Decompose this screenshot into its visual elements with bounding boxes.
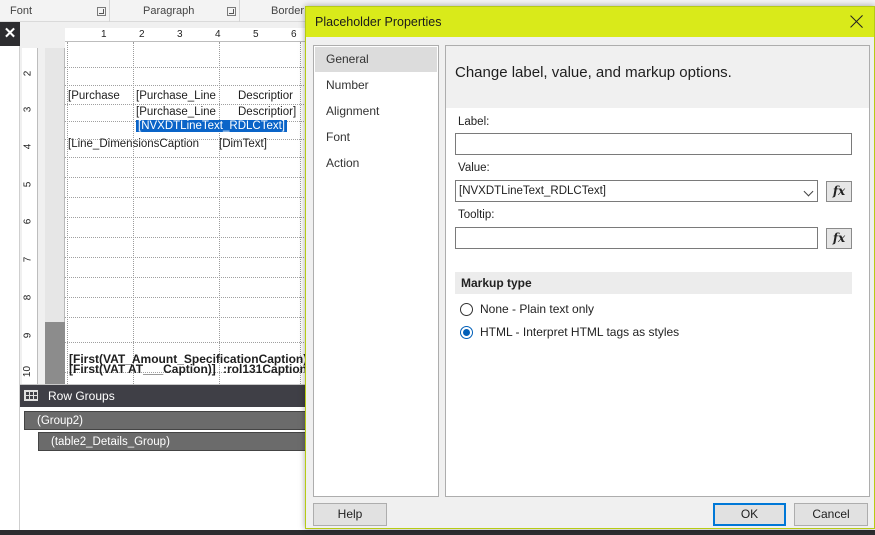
- markup-type-title: Markup type: [461, 276, 532, 290]
- ruler-number: 4: [22, 143, 34, 150]
- column-divider: [300, 42, 301, 384]
- tablix-canvas[interactable]: [Purchase [Purchase_Line Descriptior [Pu…: [65, 42, 330, 384]
- nav-item-action[interactable]: Action: [315, 151, 437, 176]
- status-strip: [0, 530, 875, 535]
- value-expression-button[interactable]: fx: [826, 181, 852, 202]
- label-field-caption: Label:: [458, 116, 490, 128]
- table-cell[interactable]: [Purchase: [68, 90, 130, 102]
- ruler-number: 2: [22, 70, 34, 77]
- close-icon[interactable]: [846, 11, 868, 33]
- table-cell[interactable]: [Line_DimensionsCaption: [68, 138, 218, 150]
- row-groups-title: Row Groups: [48, 389, 115, 403]
- ribbon-group-font[interactable]: Font: [0, 0, 110, 22]
- nav-item-alignment[interactable]: Alignment: [315, 99, 437, 124]
- vertical-ruler: 2 3 4 5 6 7 8 9 10: [22, 48, 38, 384]
- table-cell[interactable]: Descriptior: [238, 90, 298, 102]
- radio-label-html[interactable]: HTML - Interpret HTML tags as styles: [480, 325, 679, 339]
- label-input[interactable]: [455, 133, 852, 155]
- tooltip-expression-button[interactable]: fx: [826, 228, 852, 249]
- selected-placeholder[interactable]: [NVXDTLineText_RDLCText]: [136, 120, 287, 132]
- value-combobox[interactable]: [NVXDTLineText_RDLCText]: [455, 180, 818, 202]
- dialog-title: Placeholder Properties: [315, 15, 442, 29]
- table-cell[interactable]: [First(VAT: [69, 362, 131, 376]
- ruler-number: 7: [22, 256, 34, 263]
- content-header: Change label, value, and markup options.: [446, 46, 869, 108]
- ribbon-group-border[interactable]: Border: [240, 0, 310, 22]
- nav-item-general[interactable]: General: [315, 47, 437, 72]
- row-divider: [65, 104, 330, 105]
- row-groups-panel: Row Groups (Group2) (table2_Details_Grou…: [20, 384, 310, 530]
- ruler-number: 8: [22, 294, 34, 301]
- ribbon-group-label: Border: [271, 5, 305, 17]
- content-heading: Change label, value, and markup options.: [455, 64, 732, 81]
- column-divider: [219, 42, 220, 384]
- row-group-item[interactable]: (table2_Details_Group): [38, 432, 310, 451]
- dialog-nav: General Number Alignment Font Action: [313, 45, 439, 497]
- dialog-launcher-icon[interactable]: [227, 7, 236, 16]
- radio-html[interactable]: [460, 326, 473, 339]
- ruler-number: 4: [215, 29, 221, 40]
- row-divider: [65, 317, 330, 318]
- value-field-caption: Value:: [458, 162, 490, 174]
- ribbon-group-label: Font: [10, 5, 33, 17]
- cancel-button[interactable]: Cancel: [794, 503, 868, 526]
- side-panel: [0, 46, 20, 530]
- row-groups-header: Row Groups: [20, 385, 310, 407]
- ruler-number: 10: [22, 365, 34, 378]
- row-divider: [65, 67, 330, 68]
- radio-none-plain-text[interactable]: [460, 303, 473, 316]
- value-combobox-text: [NVXDTLineText_RDLCText]: [459, 185, 606, 197]
- ribbon-group-paragraph[interactable]: Paragraph: [110, 0, 240, 22]
- row-divider: [65, 85, 330, 86]
- row-divider: [65, 177, 330, 178]
- nav-item-number[interactable]: Number: [315, 73, 437, 98]
- ruler-number: 3: [177, 29, 183, 40]
- tooltip-input[interactable]: [455, 227, 818, 249]
- ribbon-group-label: Paragraph: [143, 5, 195, 17]
- row-divider: [65, 297, 330, 298]
- row-divider: [65, 197, 330, 198]
- table-cell[interactable]: [Purchase_Line: [136, 90, 218, 102]
- table-cell[interactable]: :rol131Caption: [223, 362, 310, 376]
- dialog-content: Change label, value, and markup options.…: [445, 45, 870, 497]
- table-cell[interactable]: [Purchase_Line: [136, 106, 218, 118]
- row-divider: [65, 217, 330, 218]
- markup-type-section: Markup type: [455, 272, 852, 294]
- table-cell[interactable]: AT___Caption)]: [128, 362, 218, 376]
- ruler-number: 5: [253, 29, 259, 40]
- dialog-launcher-icon[interactable]: [97, 7, 106, 16]
- ruler-number: 3: [22, 106, 34, 113]
- table-cell[interactable]: Descriptior]: [238, 106, 300, 118]
- nav-item-font[interactable]: Font: [315, 125, 437, 150]
- row-divider: [65, 157, 330, 158]
- row-group-item[interactable]: (Group2): [24, 411, 310, 430]
- row-divider: [65, 342, 330, 343]
- ruler-number: 9: [22, 332, 34, 339]
- placeholder-properties-dialog: Placeholder Properties General Number Al…: [305, 6, 875, 529]
- horizontal-ruler: 1 2 3 4 5 6: [65, 28, 330, 42]
- row-handle-selected[interactable]: [45, 322, 65, 384]
- help-button[interactable]: Help: [313, 503, 387, 526]
- chevron-down-icon[interactable]: [803, 186, 814, 197]
- ruler-number: 2: [139, 29, 145, 40]
- close-icon[interactable]: ✕: [0, 24, 20, 44]
- row-divider: [65, 237, 330, 238]
- report-design-surface: 1 2 3 4 5 6 2 3 4 5 6 7 8 9 10 [Purchase…: [20, 22, 330, 384]
- ruler-number: 1: [101, 29, 107, 40]
- row-divider: [65, 277, 330, 278]
- column-divider: [133, 42, 134, 384]
- tooltip-field-caption: Tooltip:: [458, 209, 495, 221]
- dialog-titlebar[interactable]: Placeholder Properties: [306, 7, 874, 37]
- row-divider: [65, 257, 330, 258]
- ruler-number: 5: [22, 181, 34, 188]
- grid-icon: [24, 390, 38, 401]
- radio-label-none[interactable]: None - Plain text only: [480, 302, 594, 316]
- ruler-number: 6: [291, 29, 297, 40]
- ok-button[interactable]: OK: [713, 503, 786, 526]
- ruler-number: 6: [22, 218, 34, 225]
- table-cell[interactable]: [DimText]: [219, 138, 299, 150]
